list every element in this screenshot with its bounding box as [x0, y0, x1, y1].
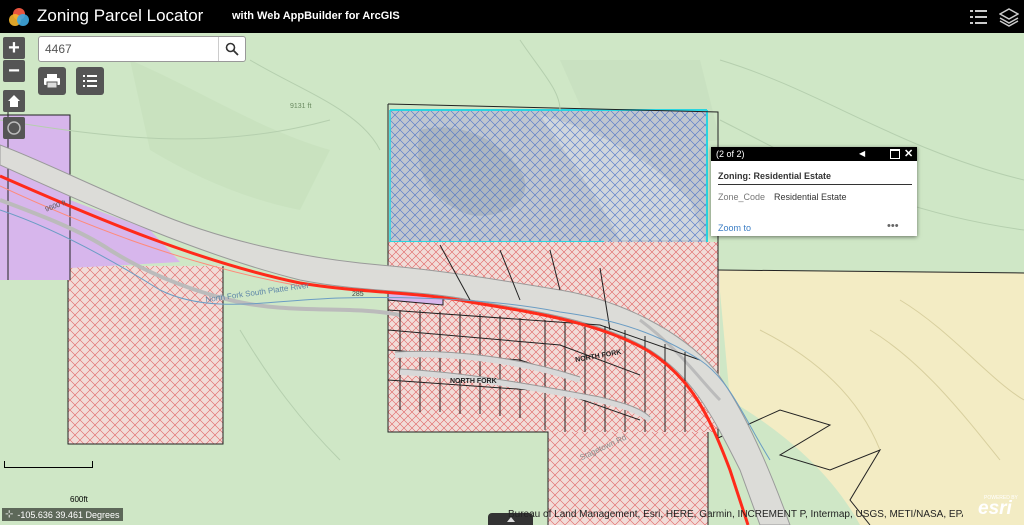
search-button[interactable] — [218, 37, 245, 61]
map-label-road-number: 285 — [352, 291, 364, 298]
legend-list-icon[interactable] — [968, 6, 990, 28]
previous-feature-icon[interactable]: ◀ — [859, 149, 865, 158]
coordinate-readout: ⊹ -105.636 39.461 Degrees — [2, 508, 124, 521]
crosshair-icon[interactable]: ⊹ — [5, 509, 13, 520]
zoom-out-button[interactable]: − — [3, 60, 25, 82]
popup-field-name: Zone_Code — [718, 192, 766, 202]
popup-field-value: Residential Estate — [774, 192, 847, 202]
home-button[interactable] — [3, 90, 25, 112]
map-canvas — [0, 33, 1024, 525]
search-widget — [38, 36, 246, 62]
print-icon — [44, 74, 60, 89]
map-view[interactable]: 9600 ft 9131 ft 285 North Fork South Pla… — [0, 33, 1024, 525]
more-actions-button[interactable]: ••• — [887, 220, 899, 232]
feature-popup: (2 of 2) ◀ ✕ Zoning: Residential Estate … — [711, 147, 917, 236]
popup-header: (2 of 2) ◀ ✕ — [711, 147, 917, 161]
my-location-icon — [7, 121, 21, 135]
map-attribution: Bureau of Land Management, Esri, HERE, G… — [508, 509, 963, 520]
search-input[interactable] — [45, 40, 215, 58]
zoom-to-link[interactable]: Zoom to — [718, 223, 751, 233]
logo-icon — [9, 8, 29, 26]
scale-label: 600ft — [70, 495, 88, 504]
popup-title: Zoning: Residential Estate — [718, 171, 832, 181]
popup-count: (2 of 2) — [716, 149, 745, 159]
layers-icon[interactable] — [998, 6, 1020, 28]
layer-list-button[interactable] — [76, 67, 104, 95]
esri-logo[interactable]: POWERED BY esri — [972, 495, 1022, 519]
coordinate-text: -105.636 39.461 Degrees — [17, 509, 120, 520]
maximize-icon[interactable] — [890, 149, 900, 159]
map-label-contour: 9131 ft — [290, 103, 312, 110]
search-icon — [225, 42, 239, 56]
my-location-button[interactable] — [3, 117, 25, 139]
app-title: Zoning Parcel Locator — [37, 6, 204, 25]
print-button[interactable] — [38, 67, 66, 95]
app-subtitle: with Web AppBuilder for ArcGIS — [232, 10, 400, 22]
zoom-in-button[interactable]: + — [3, 37, 25, 59]
close-icon[interactable]: ✕ — [904, 147, 913, 160]
app-header: Zoning Parcel Locator with Web AppBuilde… — [0, 0, 1024, 33]
popup-divider — [718, 184, 912, 185]
scale-bar — [4, 461, 93, 468]
layer-list-icon — [83, 75, 97, 87]
home-icon — [8, 95, 20, 107]
esri-logo-brand: esri — [978, 498, 1012, 519]
map-label-road: NORTH FORK — [450, 378, 497, 385]
